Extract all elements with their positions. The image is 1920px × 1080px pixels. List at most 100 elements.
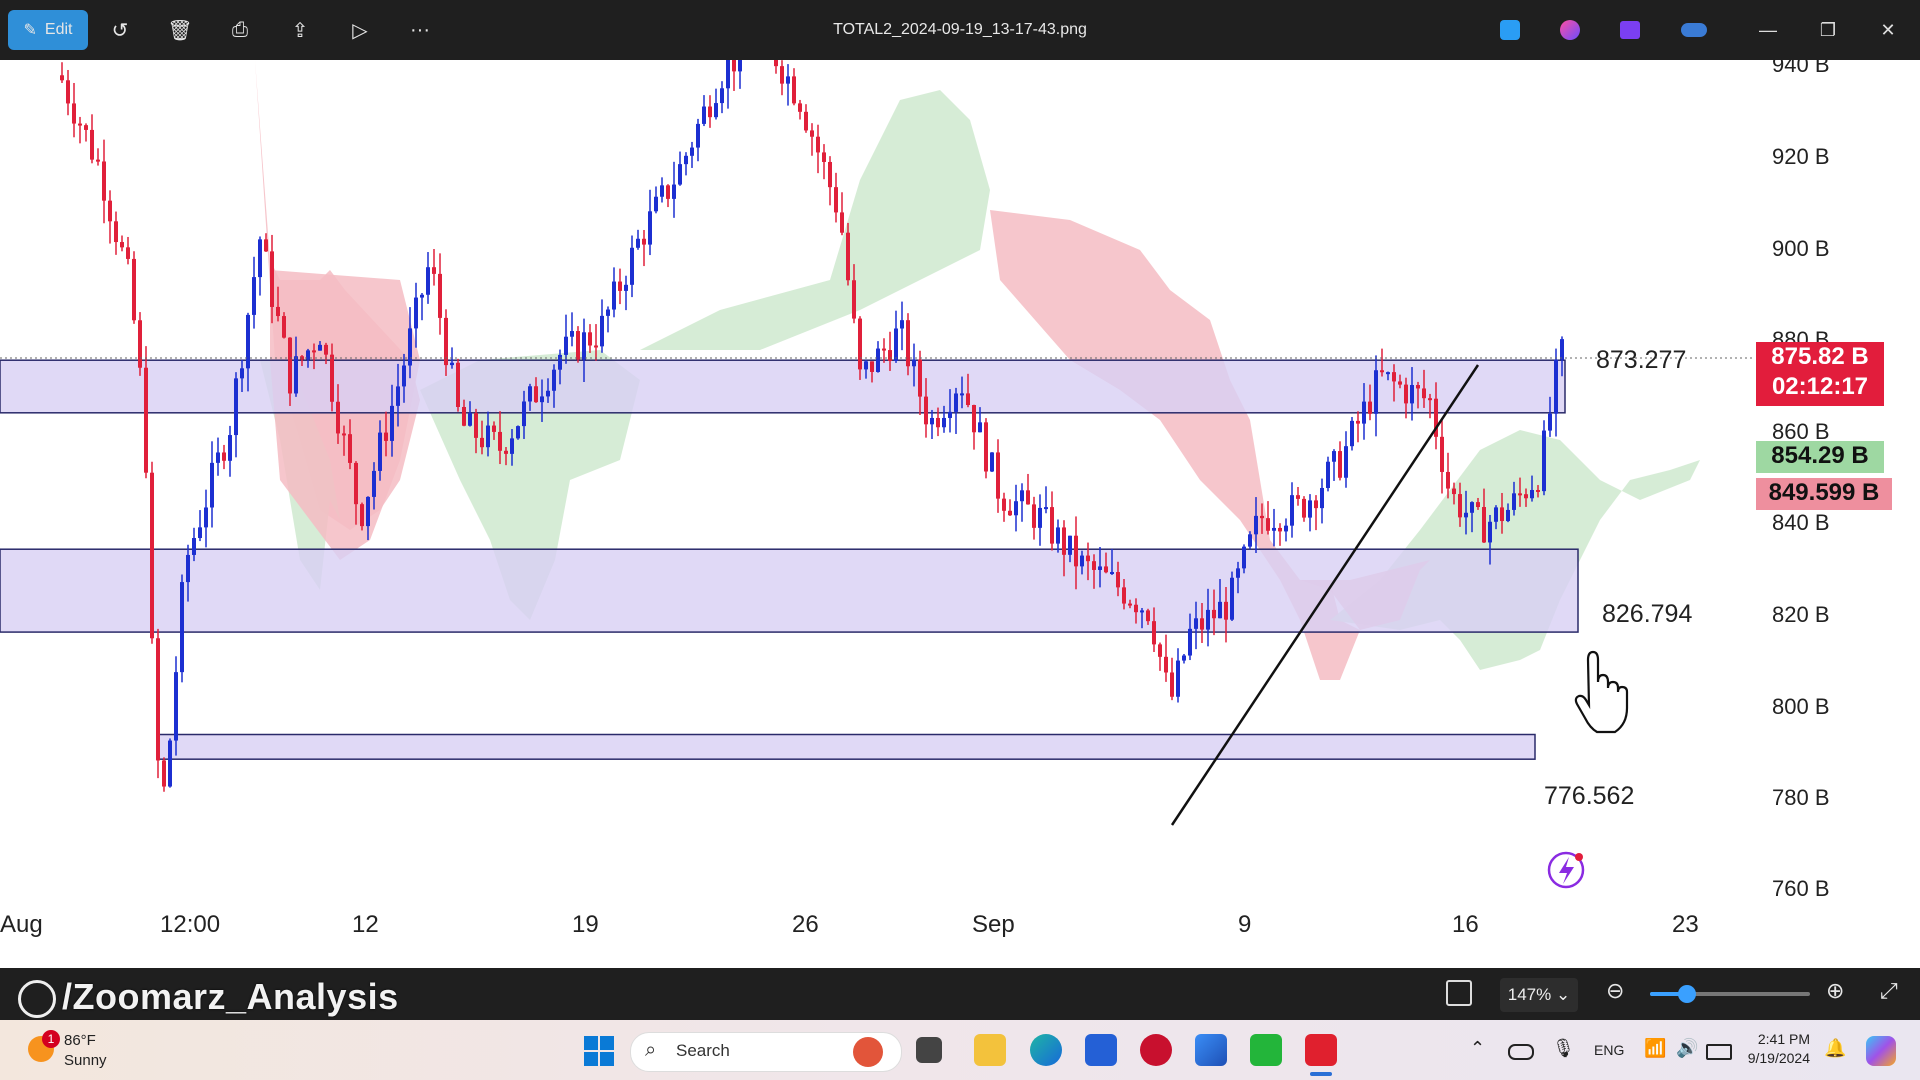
candle-body <box>336 401 340 434</box>
candle-body <box>240 368 244 379</box>
wifi-icon[interactable]: 📶 <box>1644 1038 1666 1059</box>
photos-app-icon[interactable] <box>1494 10 1526 50</box>
x-tick: 26 <box>792 911 819 938</box>
candle-body <box>1344 446 1348 478</box>
price-chart: 940 B 920 B 900 B 880 B 860 B 840 B 820 … <box>0 60 1920 950</box>
input-language[interactable]: ENG <box>1594 1042 1624 1058</box>
candle-body <box>1248 534 1252 547</box>
y-tick: 840 B <box>1772 510 1830 535</box>
minimize-icon[interactable]: — <box>1748 10 1788 50</box>
candle-body <box>396 386 400 406</box>
candle-body <box>786 76 790 84</box>
candle-body <box>1524 494 1528 499</box>
opera-icon[interactable] <box>1140 1034 1172 1066</box>
weather-temp: 86°F <box>64 1032 96 1049</box>
candle-body <box>1008 510 1012 516</box>
copilot-icon[interactable] <box>1866 1036 1896 1066</box>
delete-icon[interactable]: 🗑 <box>160 10 200 50</box>
candle-body <box>72 103 76 124</box>
candle-body <box>1122 587 1126 604</box>
candle-body <box>1032 504 1036 528</box>
zoom-slider-thumb[interactable] <box>1678 985 1696 1003</box>
candle-body <box>726 60 730 89</box>
edit-button[interactable]: ✎ Edit <box>8 10 88 50</box>
x-tick: 12 <box>352 911 379 938</box>
tradingview-green-icon[interactable] <box>1250 1034 1282 1066</box>
candle-body <box>108 200 112 222</box>
candle-body <box>1236 568 1240 578</box>
candle-body <box>1548 413 1552 431</box>
candle-body <box>678 164 682 185</box>
microphone-icon[interactable]: 🎙 <box>1552 1038 1575 1059</box>
candle-body <box>1464 512 1468 518</box>
share-icon[interactable]: ⇪ <box>280 10 320 50</box>
file-explorer-icon[interactable] <box>974 1034 1006 1066</box>
notification-bell-icon[interactable]: 🔔 <box>1824 1038 1846 1059</box>
candle-body <box>186 554 190 583</box>
candle-body <box>582 332 586 360</box>
candle-body <box>930 417 934 425</box>
candle-body <box>1044 507 1048 510</box>
candle-body <box>156 638 160 761</box>
volume-icon[interactable]: 🔊 <box>1676 1038 1698 1059</box>
candle-body <box>144 367 148 473</box>
zoom-slider[interactable] <box>1650 985 1810 1003</box>
designer-icon[interactable] <box>1554 10 1586 50</box>
resistance-level-label: 873.277 <box>1596 346 1686 374</box>
candle-body <box>1020 490 1024 502</box>
candle-body <box>1278 527 1282 532</box>
candle-body <box>1440 436 1444 472</box>
edge-icon[interactable] <box>1030 1034 1062 1066</box>
maximize-icon[interactable]: ❐ <box>1808 10 1848 50</box>
candle-body <box>258 239 262 278</box>
candle-body <box>132 258 136 321</box>
lightning-icon[interactable] <box>1547 851 1585 889</box>
zoom-out-icon[interactable]: ⊖ <box>1606 978 1624 1004</box>
photos-taskbar-icon[interactable] <box>1195 1034 1227 1066</box>
candle-body <box>738 60 742 72</box>
tray-chevron-icon[interactable]: ⌃ <box>1470 1038 1485 1059</box>
candle-body <box>1416 385 1420 389</box>
candle-body <box>588 332 592 346</box>
more-options-icon[interactable]: ··· <box>400 10 440 50</box>
fit-to-window-icon[interactable] <box>1446 980 1472 1006</box>
candle-body <box>1134 604 1138 613</box>
candle-body <box>1218 601 1222 619</box>
candle-body <box>954 393 958 412</box>
slideshow-icon[interactable]: ▷ <box>340 10 380 50</box>
candle-body <box>120 242 124 248</box>
taskbar-search[interactable]: ⌕ Search <box>630 1032 902 1072</box>
candle-body <box>282 316 286 338</box>
rotate-icon[interactable]: ↺ <box>100 10 140 50</box>
candle-body <box>924 396 928 425</box>
photo-viewer-window: ✎ Edit ↺ 🗑 ⎙ ⇪ ▷ ··· TOTAL2_2024-09-19_1… <box>0 0 1920 1080</box>
zoom-in-icon[interactable]: ⊕ <box>1826 978 1844 1004</box>
candle-body <box>1014 501 1018 516</box>
candle-body <box>1266 518 1270 531</box>
zoom-level-dropdown[interactable]: 147% ⌄ <box>1500 978 1578 1012</box>
expand-icon[interactable]: ⤢ <box>1880 978 1898 1004</box>
candle-body <box>1272 527 1276 531</box>
candle-body <box>1374 370 1378 414</box>
onedrive-tray-icon[interactable] <box>1508 1044 1534 1060</box>
candle-body <box>1116 572 1120 588</box>
print-icon[interactable]: ⎙ <box>220 10 260 50</box>
candle-body <box>1404 384 1408 404</box>
candle-body <box>198 527 202 539</box>
candle-body <box>1056 527 1060 544</box>
task-view-icon[interactable] <box>916 1037 942 1063</box>
candle-body <box>1194 618 1198 629</box>
candle-body <box>486 425 490 448</box>
battery-icon[interactable] <box>1706 1044 1732 1060</box>
store-icon[interactable] <box>1085 1034 1117 1066</box>
taskbar-clock[interactable]: 2:41 PM 9/19/2024 <box>1735 1030 1810 1068</box>
start-button[interactable] <box>584 1036 614 1066</box>
candle-body <box>600 315 604 347</box>
tradingview-red-icon[interactable] <box>1305 1034 1337 1066</box>
candle-body <box>948 411 952 418</box>
candle-body <box>1080 555 1084 567</box>
current-price: 875.82 B <box>1771 343 1869 370</box>
onedrive-off-icon[interactable] <box>1674 10 1714 50</box>
clipchamp-icon[interactable] <box>1614 10 1646 50</box>
close-icon[interactable]: ✕ <box>1868 10 1908 50</box>
